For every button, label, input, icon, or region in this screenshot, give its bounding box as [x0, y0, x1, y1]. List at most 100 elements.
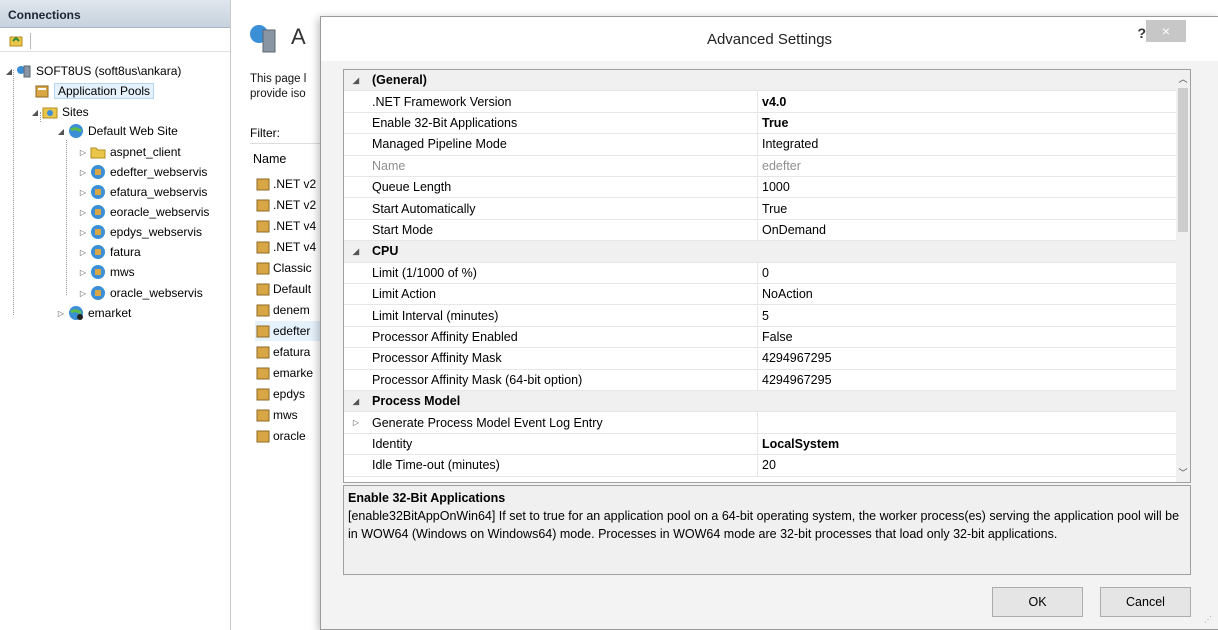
- property-category-row[interactable]: ◢ CPU: [344, 241, 1178, 263]
- property-value[interactable]: v4.0: [758, 91, 1178, 111]
- property-row[interactable]: Processor Affinity Mask 4294967295: [344, 348, 1178, 370]
- property-value[interactable]: 20: [758, 455, 1178, 475]
- expand-arrow-icon[interactable]: ▷: [78, 248, 88, 257]
- tree-child[interactable]: ▷ mws: [78, 262, 135, 282]
- property-row[interactable]: Processor Affinity Mask (64-bit option) 4…: [344, 369, 1178, 391]
- pool-name: .NET v2: [273, 177, 317, 191]
- property-name: Enable 32-Bit Applications: [368, 112, 758, 134]
- tree-child[interactable]: ▷ aspnet_client: [78, 142, 181, 162]
- property-row[interactable]: Identity LocalSystem: [344, 433, 1178, 456]
- pool-name: Default: [273, 282, 312, 296]
- property-row[interactable]: Processor Affinity Enabled False: [344, 326, 1178, 349]
- tree-application-pools[interactable]: Application Pools: [34, 81, 155, 101]
- pool-name: Classic: [273, 261, 312, 275]
- vertical-scrollbar[interactable]: ︿ ﹀: [1176, 70, 1190, 482]
- property-value[interactable]: [758, 412, 1178, 432]
- property-value[interactable]: Integrated: [758, 134, 1178, 154]
- property-row[interactable]: Queue Length 1000: [344, 177, 1178, 199]
- pool-name: edefter: [273, 324, 311, 338]
- expand-arrow-icon[interactable]: ▷: [344, 418, 368, 427]
- connections-pane: Connections ◢ SOFT8US (soft8us\ankara) A…: [0, 0, 231, 630]
- expand-arrow-icon[interactable]: ▷: [78, 289, 88, 298]
- property-row[interactable]: .NET Framework Version v4.0: [344, 91, 1178, 113]
- tree-child[interactable]: ▷ edefter_webservis: [78, 162, 207, 182]
- property-value[interactable]: edefter: [758, 156, 1178, 176]
- collapse-arrow-icon[interactable]: ◢: [30, 108, 40, 117]
- collapse-arrow-icon[interactable]: ◢: [4, 67, 14, 76]
- tree-child[interactable]: ▷ efatura_webservis: [78, 182, 207, 202]
- property-row[interactable]: Start Automatically True: [344, 198, 1178, 220]
- category-name: (General): [372, 73, 427, 88]
- property-value[interactable]: 5: [758, 305, 1178, 325]
- property-row[interactable]: Idle Time-out (minutes) 20: [344, 455, 1178, 477]
- collapse-arrow-icon[interactable]: ◢: [56, 127, 66, 136]
- property-value[interactable]: 4294967295: [758, 370, 1178, 390]
- property-value[interactable]: OnDemand: [758, 220, 1178, 240]
- resize-grip-icon[interactable]: ⋰: [1204, 615, 1214, 625]
- property-name: Start Automatically: [368, 198, 758, 219]
- collapse-arrow-icon[interactable]: ◢: [344, 397, 368, 406]
- help-button[interactable]: ?: [1137, 25, 1146, 41]
- property-value[interactable]: False: [758, 327, 1178, 347]
- property-grid[interactable]: ◢ (General) .NET Framework Version v4.0 Enab…: [343, 69, 1191, 483]
- tree-child[interactable]: ▷ eoracle_webservis: [78, 202, 209, 222]
- expand-arrow-icon[interactable]: ▷: [78, 148, 88, 157]
- property-row[interactable]: ▷ Generate Process Model Event Log Entry: [344, 412, 1178, 434]
- app-pool-icon: [256, 220, 270, 233]
- expand-arrow-icon[interactable]: ▷: [78, 268, 88, 277]
- tree-sites[interactable]: ◢ Sites: [30, 102, 89, 122]
- tree-default-web-site[interactable]: ◢ Default Web Site: [56, 121, 178, 141]
- pool-name: emarke: [273, 366, 314, 380]
- property-category-row[interactable]: ◢ Process Model: [344, 391, 1178, 413]
- expand-arrow-icon[interactable]: ▷: [78, 188, 88, 197]
- property-row[interactable]: Limit (1/1000 of %) 0: [344, 262, 1178, 284]
- pool-name: .NET v2: [273, 198, 317, 212]
- start-page-icon[interactable]: [8, 33, 24, 49]
- ok-button[interactable]: OK: [992, 587, 1083, 617]
- property-value[interactable]: LocalSystem: [758, 434, 1178, 454]
- property-name: Processor Affinity Mask: [368, 348, 758, 369]
- scroll-down-icon[interactable]: ﹀: [1176, 466, 1190, 480]
- name-column-header[interactable]: Name: [253, 152, 286, 166]
- expand-arrow-icon[interactable]: ▷: [78, 168, 88, 177]
- sites-label: Sites: [62, 105, 89, 119]
- property-category-row[interactable]: ◢ (General): [344, 70, 1178, 92]
- pool-name: .NET v4: [273, 240, 317, 254]
- tree-child[interactable]: ▷ epdys_webservis: [78, 222, 202, 242]
- pool-name: .NET v4: [273, 219, 317, 233]
- property-name: Limit Interval (minutes): [368, 305, 758, 326]
- cancel-button[interactable]: Cancel: [1100, 587, 1191, 617]
- pool-name: oracle: [273, 429, 306, 443]
- collapse-arrow-icon[interactable]: ◢: [344, 247, 368, 256]
- app-pool-icon: [256, 325, 270, 338]
- tree-child[interactable]: ▷ fatura: [78, 242, 141, 262]
- property-value[interactable]: 1000: [758, 177, 1178, 197]
- property-value[interactable]: 4294967295: [758, 348, 1178, 368]
- tree-emarket[interactable]: ▷ emarket: [56, 303, 131, 323]
- collapse-arrow-icon[interactable]: ◢: [344, 76, 368, 85]
- scroll-thumb[interactable]: [1178, 88, 1188, 232]
- expand-arrow-icon[interactable]: ▷: [78, 228, 88, 237]
- dialog-title: Advanced Settings: [321, 17, 1218, 61]
- property-value[interactable]: 0: [758, 263, 1178, 283]
- property-value[interactable]: True: [758, 198, 1178, 218]
- property-name: Generate Process Model Event Log Entry: [368, 412, 758, 433]
- property-value[interactable]: NoAction: [758, 284, 1178, 304]
- property-value[interactable]: True: [758, 113, 1178, 133]
- property-row[interactable]: Enable 32-Bit Applications True: [344, 112, 1178, 135]
- expand-arrow-icon[interactable]: ▷: [56, 309, 66, 318]
- property-row[interactable]: Start Mode OnDemand: [344, 219, 1178, 242]
- web-app-icon: [91, 245, 105, 259]
- tree-server[interactable]: ◢ SOFT8US (soft8us\ankara): [4, 61, 181, 81]
- scroll-up-icon[interactable]: ︿: [1176, 72, 1190, 86]
- property-row[interactable]: Limit Interval (minutes) 5: [344, 305, 1178, 327]
- property-row[interactable]: Name edefter: [344, 155, 1178, 177]
- advanced-settings-dialog: Advanced Settings ? × ◢ (General) .NET Fra…: [320, 16, 1218, 630]
- tree-child[interactable]: ▷ oracle_webservis: [78, 283, 203, 303]
- property-row[interactable]: Limit Action NoAction: [344, 284, 1178, 306]
- property-row[interactable]: Managed Pipeline Mode Integrated: [344, 134, 1178, 156]
- close-button[interactable]: ×: [1146, 20, 1186, 42]
- web-app-icon: [91, 165, 105, 179]
- expand-arrow-icon[interactable]: ▷: [78, 208, 88, 217]
- property-name: Limit (1/1000 of %): [368, 262, 758, 283]
